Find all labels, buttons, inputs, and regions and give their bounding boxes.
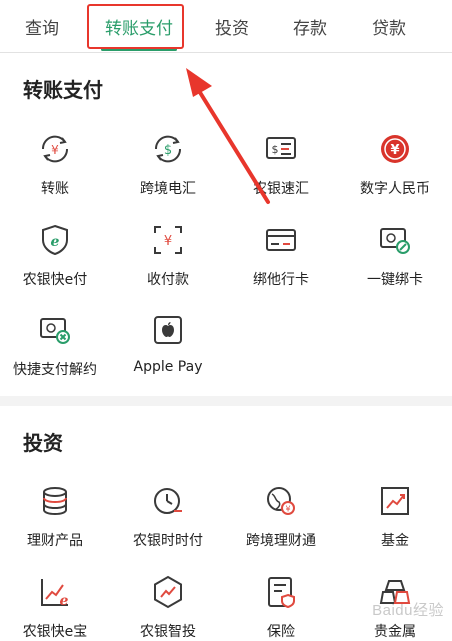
fast-remittance-icon: $ — [266, 137, 296, 159]
section-divider — [0, 396, 452, 406]
tab-invest[interactable]: 投资 — [212, 14, 252, 39]
item-label: 转账 — [41, 181, 69, 197]
item-label: 跨境理财通 — [246, 533, 316, 549]
item-bind-other-card[interactable]: 绑他行卡 — [226, 223, 336, 289]
tab-loan[interactable]: 贷款 — [369, 14, 409, 39]
item-receive-pay[interactable]: ¥ 收付款 — [113, 223, 223, 289]
insurance-doc-icon — [268, 577, 295, 609]
shield-e-icon: e — [42, 224, 68, 256]
item-transfer[interactable]: ¥ 转账 — [0, 132, 110, 198]
item-quick-e-bao[interactable]: e 农银快e宝 — [0, 575, 110, 641]
item-digital-rmb[interactable]: ¥ 数字人民币 — [340, 132, 450, 198]
digital-rmb-icon: ¥ — [381, 135, 409, 163]
item-one-click-bind[interactable]: 一键绑卡 — [340, 223, 450, 289]
watermark: Baidu经验 — [372, 602, 444, 619]
card-cancel-icon — [40, 318, 70, 344]
top-tab-bar: 查询 转账支付 投资 存款 贷款 — [0, 0, 452, 53]
item-quick-e-pay[interactable]: e 农银快e付 — [0, 223, 110, 289]
item-fast-remittance[interactable]: $ 农银速汇 — [226, 132, 336, 198]
item-label: 理财产品 — [27, 533, 83, 549]
item-cross-border-wealth[interactable]: ¥ 跨境理财通 — [226, 484, 336, 550]
scan-yuan-icon: ¥ — [154, 226, 182, 254]
item-label: 快捷支付解约 — [13, 362, 97, 378]
item-label: 一键绑卡 — [367, 272, 423, 288]
hexagon-chart-icon — [154, 575, 182, 609]
item-label: 绑他行卡 — [253, 272, 309, 288]
svg-text:¥: ¥ — [285, 505, 290, 514]
item-label: 数字人民币 — [360, 181, 430, 197]
svg-text:e: e — [51, 234, 60, 250]
item-label: 基金 — [381, 533, 409, 549]
tab-query[interactable]: 查询 — [22, 14, 62, 39]
item-fund[interactable]: 基金 — [340, 484, 450, 550]
card-link-icon — [380, 228, 410, 254]
item-label: 农银快e宝 — [22, 624, 88, 640]
item-insurance[interactable]: 保险 — [226, 575, 336, 641]
clock-pay-icon — [154, 488, 182, 514]
item-label: 跨境电汇 — [140, 181, 196, 197]
svg-text:¥: ¥ — [164, 234, 172, 249]
item-label: 农银速汇 — [253, 181, 309, 197]
item-label: 贵金属 — [374, 624, 416, 640]
item-label: 农银快e付 — [22, 272, 88, 288]
item-smart-invest[interactable]: 农银智投 — [113, 575, 223, 641]
svg-text:¥: ¥ — [390, 143, 399, 158]
item-abc-always-pay[interactable]: 农银时时付 — [113, 484, 223, 550]
yuan-circle-arrows-icon: ¥ — [41, 135, 69, 163]
svg-text:e: e — [60, 593, 69, 609]
item-wealth-products[interactable]: 理财产品 — [0, 484, 110, 550]
coin-stack-icon — [43, 487, 67, 516]
svg-text:$: $ — [164, 143, 172, 158]
item-cancel-quick-pay[interactable]: 快捷支付解约 — [0, 313, 110, 379]
item-label: 农银时时付 — [133, 533, 203, 549]
chart-e-icon: e — [41, 579, 69, 609]
fund-chart-icon — [381, 487, 409, 515]
section-title-invest: 投资 — [23, 431, 63, 455]
tab-deposit[interactable]: 存款 — [290, 14, 330, 39]
item-label: Apple Pay — [133, 359, 203, 375]
svg-text:$: $ — [272, 143, 279, 156]
item-label: 收付款 — [147, 272, 189, 288]
section-title-transfer: 转账支付 — [23, 78, 103, 102]
highlight-box — [87, 4, 184, 49]
item-label: 农银智投 — [140, 624, 196, 640]
item-cross-border-wire[interactable]: $ 跨境电汇 — [113, 132, 223, 198]
apple-pay-icon — [154, 316, 182, 344]
item-apple-pay[interactable]: Apple Pay — [113, 313, 223, 375]
svg-text:¥: ¥ — [51, 143, 59, 157]
dollar-circle-arrows-icon: $ — [154, 135, 182, 163]
globe-exchange-icon: ¥ — [267, 487, 295, 515]
bank-card-icon — [266, 229, 296, 251]
item-label: 保险 — [267, 624, 295, 640]
